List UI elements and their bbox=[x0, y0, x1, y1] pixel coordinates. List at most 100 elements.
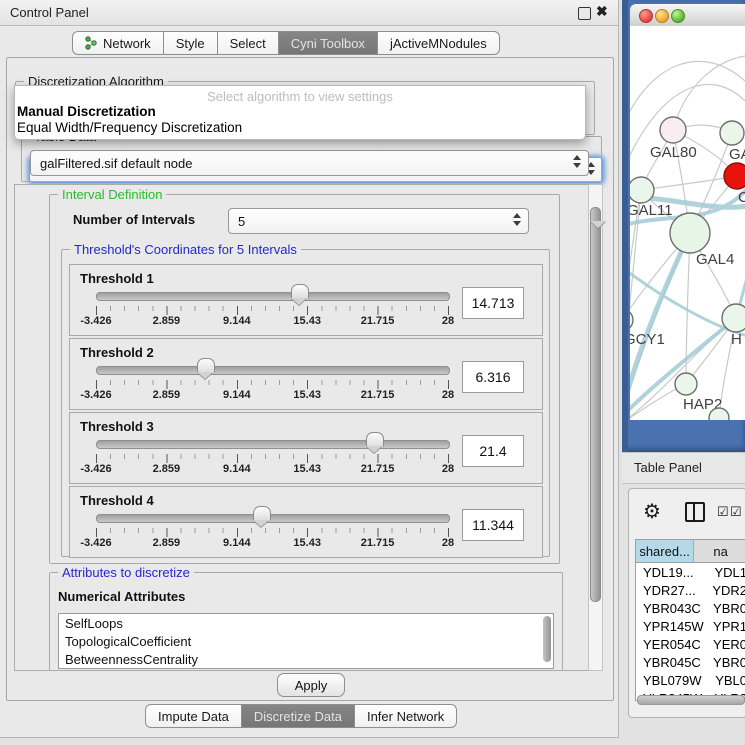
mac-zoom-button[interactable] bbox=[671, 9, 685, 23]
split-columns-icon[interactable] bbox=[685, 502, 705, 522]
tab-jactivemnodules[interactable]: jActiveMNodules bbox=[377, 31, 500, 55]
network-node-label: GAL4 bbox=[696, 251, 734, 268]
checkbox-icon[interactable]: ☑ bbox=[717, 504, 729, 520]
control-panel-window: Control Panel ✖ Network Style Select Cyn… bbox=[0, 0, 619, 738]
network-node[interactable] bbox=[724, 163, 745, 189]
network-node[interactable] bbox=[675, 373, 697, 395]
table-cell: YBL079W bbox=[636, 673, 712, 688]
slider-track[interactable] bbox=[96, 366, 450, 375]
slider-thumb[interactable] bbox=[197, 358, 215, 373]
tab-cyni-toolbox[interactable]: Cyni Toolbox bbox=[278, 31, 378, 55]
tab-network[interactable]: Network bbox=[72, 31, 164, 55]
tab-select[interactable]: Select bbox=[217, 31, 279, 55]
column-header-name[interactable]: na bbox=[694, 540, 745, 562]
numerical-attributes-list[interactable]: SelfLoopsTopologicalCoefficientBetweenne… bbox=[58, 613, 554, 669]
table-data-value: galFiltered.sif default node bbox=[40, 156, 192, 171]
table-horizontal-scrollbar[interactable] bbox=[637, 695, 745, 705]
apply-button[interactable]: Apply bbox=[277, 673, 345, 697]
threshold-value-field[interactable]: 21.4 bbox=[462, 435, 524, 467]
network-node-label: GA bbox=[729, 146, 745, 163]
table-cell: YBR043C bbox=[636, 601, 710, 616]
tick-label: 15.43 bbox=[293, 389, 321, 401]
panel-scrollbar[interactable] bbox=[588, 184, 603, 671]
table-header-row: shared... na bbox=[636, 540, 745, 563]
slider-thumb[interactable] bbox=[253, 506, 271, 521]
gear-icon[interactable]: ⚙ bbox=[643, 499, 661, 524]
popup-option-equal-width-frequency[interactable]: Equal Width/Frequency Discretization bbox=[17, 120, 242, 135]
network-node-label: C bbox=[738, 189, 745, 206]
tab-discretize-data[interactable]: Discretize Data bbox=[241, 704, 355, 728]
tick-label: 28 bbox=[442, 537, 454, 549]
network-node-label: GAL80 bbox=[650, 144, 697, 161]
network-node[interactable] bbox=[720, 121, 744, 145]
bottom-tab-bar: Impute Data Discretize Data Infer Networ… bbox=[145, 704, 457, 728]
table-row[interactable]: YDR27...YDR2 bbox=[636, 581, 745, 599]
popup-option-manual-discretization[interactable]: Manual Discretization bbox=[17, 104, 156, 119]
algorithm-dropdown-popup: Select algorithm to view settings Manual… bbox=[14, 85, 586, 140]
table-cell: YPR145W bbox=[636, 619, 710, 634]
network-node[interactable] bbox=[630, 177, 654, 203]
table-cell: YBL0 bbox=[712, 673, 745, 688]
tab-infer-network[interactable]: Infer Network bbox=[354, 704, 457, 728]
table-row[interactable]: YBR045CYBR0 bbox=[636, 653, 745, 671]
table-row[interactable]: YPR145WYPR1 bbox=[636, 617, 745, 635]
table-data-combobox[interactable]: galFiltered.sif default node bbox=[30, 150, 589, 176]
scrollbar-thumb[interactable] bbox=[590, 207, 601, 602]
network-canvas[interactable]: GAL80GACGAL11GAL4GCY1HHAP2 bbox=[630, 26, 745, 420]
tick-label: 2.859 bbox=[153, 389, 181, 401]
close-icon[interactable]: ✖ bbox=[596, 3, 608, 20]
column-header-shared[interactable]: shared... bbox=[636, 540, 694, 562]
tab-impute-data[interactable]: Impute Data bbox=[145, 704, 242, 728]
tick-label: 15.43 bbox=[293, 315, 321, 327]
tick-label: 28 bbox=[442, 389, 454, 401]
network-node[interactable] bbox=[630, 309, 633, 331]
attribute-list-item[interactable]: TopologicalCoefficient bbox=[59, 632, 553, 650]
table-row[interactable]: YBR043CYBR0 bbox=[636, 599, 745, 617]
network-node[interactable] bbox=[660, 117, 686, 143]
slider-thumb[interactable] bbox=[366, 432, 384, 447]
combo-arrows-icon bbox=[513, 213, 521, 226]
table-cell: YBR045C bbox=[636, 655, 710, 670]
number-of-intervals-combobox[interactable]: 5 bbox=[228, 208, 529, 234]
float-window-icon[interactable] bbox=[578, 7, 591, 20]
table-row[interactable]: YDL19...YDL1 bbox=[636, 563, 745, 581]
table-data-group: Table Data galFiltered.sif default node bbox=[21, 136, 602, 182]
group-title: Attributes to discretize bbox=[58, 565, 194, 580]
network-node[interactable] bbox=[722, 304, 745, 332]
slider-track[interactable] bbox=[96, 514, 450, 523]
table-row[interactable]: YER054CYER0 bbox=[636, 635, 745, 653]
mac-minimize-button[interactable] bbox=[655, 9, 669, 23]
slider-track[interactable] bbox=[96, 292, 450, 301]
table-cell: YDR27... bbox=[636, 583, 709, 598]
network-window-titlebar bbox=[630, 4, 745, 27]
tick-label: 21.715 bbox=[361, 389, 395, 401]
mac-close-button[interactable] bbox=[639, 9, 653, 23]
threshold-panel-3: Threshold 3-3.4262.8599.14415.4321.71528… bbox=[69, 412, 543, 484]
attribute-list-item[interactable]: SelfLoops bbox=[59, 614, 553, 632]
tick-label: 9.144 bbox=[223, 315, 251, 327]
tick-label: 21.715 bbox=[361, 315, 395, 327]
tab-style[interactable]: Style bbox=[163, 31, 218, 55]
list-scrollbar[interactable] bbox=[543, 616, 551, 662]
slider-thumb[interactable] bbox=[291, 284, 309, 299]
numerical-attributes-label: Numerical Attributes bbox=[58, 589, 185, 604]
tick-label: 2.859 bbox=[153, 315, 181, 327]
interval-definition-group: Interval Definition Number of Intervals … bbox=[49, 194, 560, 564]
threshold-value-field[interactable]: 6.316 bbox=[462, 361, 524, 393]
network-node-label: H bbox=[731, 331, 742, 348]
tick-label: -3.426 bbox=[80, 537, 111, 549]
network-view-window: GAL80GACGAL11GAL4GCY1HHAP2 bbox=[622, 0, 745, 452]
tab-label: Network bbox=[103, 36, 151, 51]
network-node[interactable] bbox=[670, 213, 710, 253]
table-row[interactable]: YBL079WYBL0 bbox=[636, 671, 745, 689]
threshold-value-field[interactable]: 11.344 bbox=[462, 509, 524, 541]
tick-label: -3.426 bbox=[80, 389, 111, 401]
attribute-list-item[interactable]: BetweennessCentrality bbox=[59, 650, 553, 668]
thresholds-list: Threshold 1-3.4262.8599.14415.4321.71528… bbox=[69, 264, 543, 560]
slider-track[interactable] bbox=[96, 440, 450, 449]
tick-label: -3.426 bbox=[80, 315, 111, 327]
threshold-value-field[interactable]: 14.713 bbox=[462, 287, 524, 319]
threshold-panel-4: Threshold 4-3.4262.8599.14415.4321.71528… bbox=[69, 486, 543, 558]
checkbox-icon[interactable]: ☑ bbox=[730, 504, 742, 520]
number-of-intervals-value: 5 bbox=[238, 214, 245, 229]
